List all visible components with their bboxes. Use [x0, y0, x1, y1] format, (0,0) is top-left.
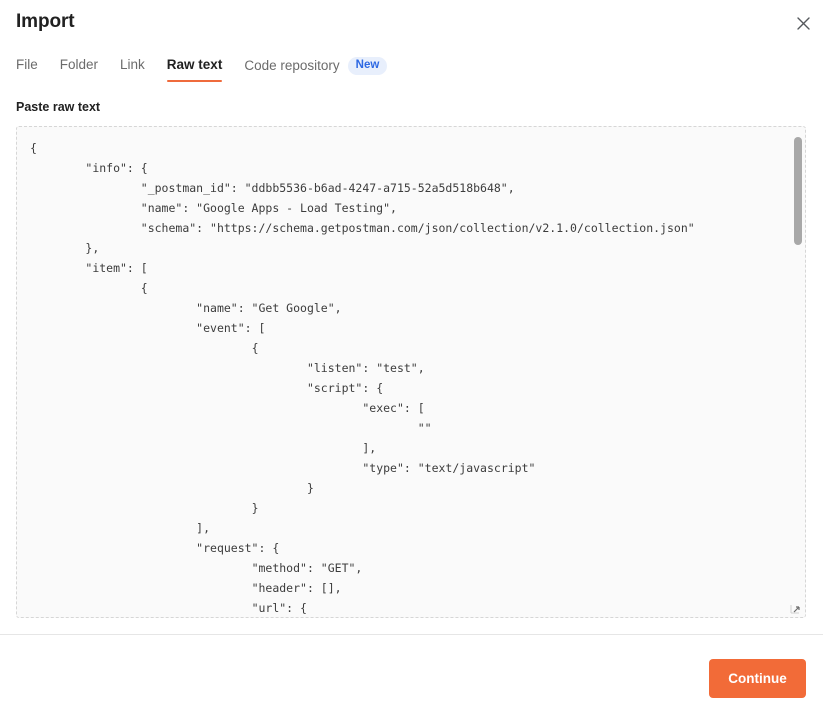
close-icon [796, 16, 810, 30]
tab-label: Code repository [244, 58, 340, 73]
page-title: Import [16, 11, 75, 32]
tab-code-repository[interactable]: Code repository New [244, 57, 388, 84]
tab-label: Folder [59, 57, 99, 72]
resize-handle[interactable] [788, 600, 804, 616]
raw-text-input[interactable]: { "info": { "_postman_id": "ddbb5536-b6a… [17, 127, 805, 617]
tab-file[interactable]: File [16, 57, 38, 82]
tab-link[interactable]: Link [120, 57, 145, 82]
tab-folder[interactable]: Folder [60, 57, 98, 82]
close-button[interactable] [791, 11, 815, 35]
tab-label: File [16, 57, 38, 72]
new-badge: New [347, 57, 388, 75]
tab-label: Link [120, 57, 145, 72]
raw-text-scrollbar[interactable] [794, 130, 802, 614]
continue-button[interactable]: Continue [709, 659, 806, 698]
tab-label: Raw text [166, 57, 223, 72]
tab-raw-text[interactable]: Raw text [166, 57, 223, 82]
modal-header: Import [0, 0, 823, 48]
raw-text-scrollbar-thumb[interactable] [794, 137, 802, 245]
footer-divider [0, 634, 823, 635]
raw-text-dropzone[interactable]: { "info": { "_postman_id": "ddbb5536-b6a… [16, 126, 806, 618]
raw-text-label: Paste raw text [16, 100, 101, 114]
import-source-tabs: File Folder Link Raw text Code repository New [16, 57, 388, 85]
